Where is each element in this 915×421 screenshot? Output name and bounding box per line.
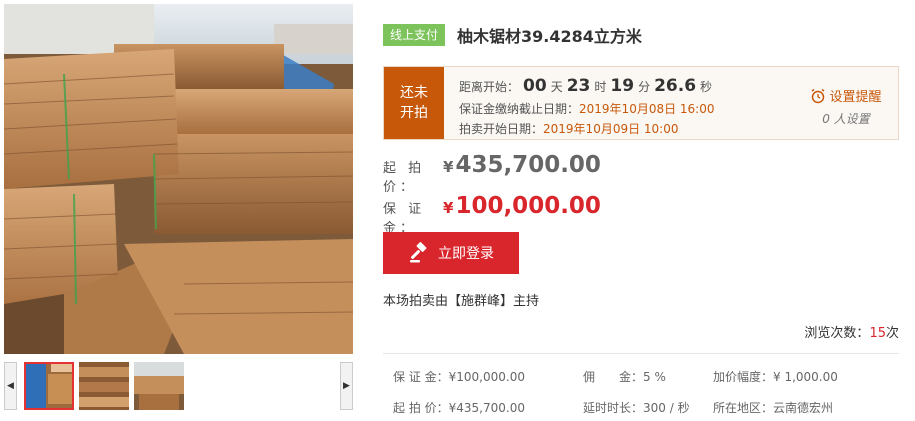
auction-host: 本场拍卖由【施群峰】主持 (383, 294, 540, 309)
thumbnail-strip: ◀ ▶ (4, 360, 353, 414)
view-count: 浏览次数：15次 (804, 322, 899, 341)
set-reminder-button[interactable]: 设置提醒 (801, 86, 891, 105)
deposit-value: ¥100,000.00 (443, 193, 601, 219)
thumb-prev-button[interactable]: ◀ (4, 362, 17, 410)
meta-location: 所在地区：云南德宏州 (713, 401, 834, 415)
login-now-button[interactable]: 立即登录 (383, 232, 519, 274)
starting-price-label: 起 拍 价： (383, 161, 426, 195)
auction-status-badge: 还未 开拍 (384, 67, 444, 139)
thumbnail-2-image (79, 362, 129, 410)
countdown-seconds-unit: 秒 (700, 80, 713, 94)
online-payment-badge: 线上支付 (383, 24, 446, 46)
deposit-deadline-value: 2019年10月08日 16:00 (579, 102, 715, 116)
deposit-row: 保 证 金： ¥100,000.00 (383, 193, 601, 236)
meta-commission: 佣 金：5 % (583, 370, 666, 384)
deposit-deadline-label: 保证金缴纳截止日期： (459, 102, 580, 116)
currency-symbol: ¥ (443, 158, 454, 176)
reminder-block: 设置提醒 0 人设置 (801, 86, 891, 127)
main-product-image (4, 4, 353, 354)
countdown-hours-unit: 时 (594, 80, 607, 94)
thumb-next-button[interactable]: ▶ (340, 362, 353, 410)
thumbnail-1-image (26, 364, 72, 408)
countdown-panel: 还未 开拍 距离开始： 00 天 23 时 19 分 26.6 秒 保证金缴纳截… (383, 66, 899, 140)
thumbnail-2[interactable] (79, 362, 129, 410)
thumbnail-1[interactable] (24, 362, 74, 410)
reminder-count: 0 人设置 (822, 112, 870, 126)
auction-start-date: 拍卖开始日期：2019年10月09日 10:00 (459, 120, 679, 137)
countdown-label: 距离开始： (459, 80, 520, 94)
meta-increment: 加价幅度：¥ 1,000.00 (713, 370, 838, 384)
meta-start-price: 起 拍 价：¥435,700.00 (393, 401, 525, 415)
countdown-hours: 23 (566, 76, 591, 96)
divider (383, 353, 899, 354)
view-count-label: 浏览次数： (804, 326, 870, 341)
auction-start-value: 2019年10月09日 10:00 (543, 122, 679, 136)
deposit-amount: 100,000.00 (455, 193, 601, 219)
countdown-days: 00 (523, 76, 547, 96)
status-line-1: 还未 (400, 85, 428, 101)
thumbnail-3-image (134, 362, 184, 410)
set-reminder-label: 设置提醒 (829, 90, 882, 105)
title-row: 线上支付 柚木锯材39.4284立方米 (383, 22, 642, 48)
view-count-unit: 次 (885, 326, 899, 341)
alarm-clock-icon (812, 88, 825, 103)
lot-title: 柚木锯材39.4284立方米 (457, 27, 642, 46)
deposit-deadline: 保证金缴纳截止日期：2019年10月08日 16:00 (459, 100, 715, 117)
countdown-timer: 距离开始： 00 天 23 时 19 分 26.6 秒 (459, 76, 712, 98)
starting-price-row: 起 拍 价： ¥435,700.00 (383, 152, 601, 195)
meta-deposit: 保 证 金：¥100,000.00 (393, 370, 525, 384)
gavel-icon (410, 242, 427, 263)
starting-price-amount: 435,700.00 (455, 152, 601, 178)
countdown-days-unit: 天 (550, 80, 563, 94)
lumber-photo (4, 4, 353, 354)
auction-start-label: 拍卖开始日期： (459, 122, 544, 136)
meta-extension: 延时时长：300 / 秒 (583, 401, 690, 415)
status-line-2: 开拍 (400, 105, 428, 121)
countdown-minutes-unit: 分 (638, 80, 651, 94)
countdown-minutes: 19 (610, 76, 635, 96)
view-count-value: 15 (869, 326, 886, 341)
login-now-label: 立即登录 (438, 246, 494, 262)
thumbnail-3[interactable] (134, 362, 184, 410)
deposit-label: 保 证 金： (383, 202, 426, 236)
currency-symbol: ¥ (443, 199, 454, 217)
starting-price-value: ¥435,700.00 (443, 152, 601, 178)
countdown-seconds: 26.6 (654, 76, 697, 96)
